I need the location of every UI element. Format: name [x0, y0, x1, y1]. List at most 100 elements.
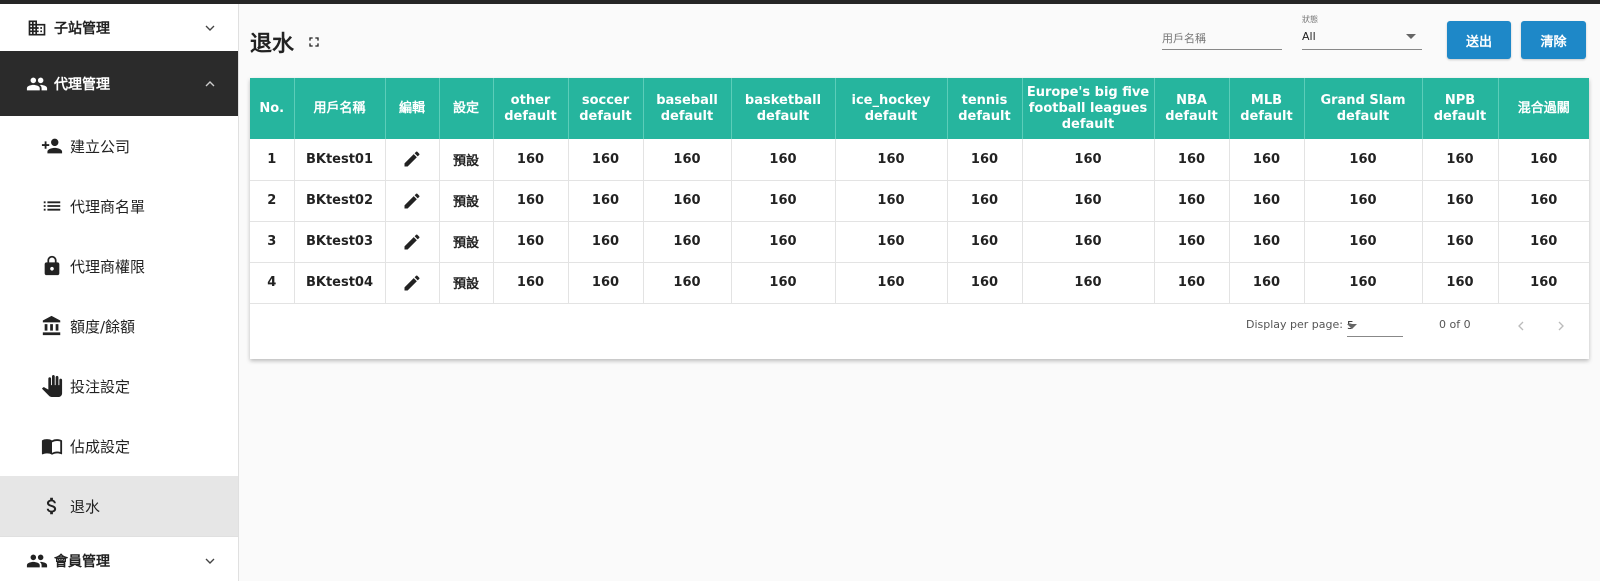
sidebar-item-create-company[interactable]: 建立公司 [0, 116, 238, 176]
edit-icon[interactable] [402, 191, 422, 211]
page-range: 0 of 0 [1439, 318, 1471, 331]
sidebar: 子站管理 代理管理 建立公司 代理商名單 代理商權限 額度/餘額 投注設定 佔成… [0, 4, 239, 581]
value-cell: 160 [643, 262, 732, 304]
pagination: Display per page: 5 0 of 0 [250, 308, 1589, 344]
chevron-down-icon [202, 20, 218, 36]
value-cell: 160 [1154, 139, 1230, 181]
value-cell: 160 [643, 139, 732, 181]
column-header: 設定 [439, 78, 494, 139]
value-cell: 160 [1304, 221, 1423, 263]
lock-icon [40, 254, 64, 278]
value-cell: 160 [947, 262, 1023, 304]
value-cell: 160 [731, 180, 836, 222]
value-cell: 160 [1498, 262, 1589, 304]
list-icon [40, 194, 64, 218]
table-row: 1 BKtest01 預設 160 160 160 160 160 160 160 160 160 16… [250, 139, 1589, 181]
value-cell: 160 [1022, 139, 1155, 181]
table-row: 2 BKtest02 預設 160 160 160 160 160 160 160 160 160 16… [250, 180, 1589, 222]
dollar-icon [40, 494, 64, 518]
sidebar-item-share-settings[interactable]: 佔成設定 [0, 416, 238, 476]
username-input[interactable] [1162, 20, 1282, 50]
sidebar-item-label: 退水 [70, 497, 101, 516]
row-number-cell: 1 [250, 139, 295, 181]
username-cell: BKtest03 [294, 221, 386, 263]
page-title: 退水 [250, 26, 324, 58]
value-cell: 160 [835, 262, 948, 304]
sidebar-group-label: 代理管理 [54, 76, 110, 93]
book-icon [40, 434, 64, 458]
setting-cell: 預設 [439, 221, 494, 263]
value-cell: 160 [1022, 262, 1155, 304]
setting-cell: 預設 [439, 139, 494, 181]
value-cell: 160 [1229, 262, 1305, 304]
sidebar-item-agent-list[interactable]: 代理商名單 [0, 176, 238, 236]
building-icon [26, 17, 48, 39]
sidebar-group-member[interactable]: 會員管理 [0, 536, 238, 581]
edit-cell [385, 221, 440, 263]
column-header: No. [250, 78, 295, 139]
value-cell: 160 [643, 180, 732, 222]
page-title-text: 退水 [250, 32, 295, 57]
value-cell: 160 [1422, 262, 1499, 304]
setting-cell: 預設 [439, 262, 494, 304]
row-number-cell: 2 [250, 180, 295, 222]
submit-button[interactable]: 送出 [1447, 21, 1511, 59]
edit-icon[interactable] [402, 149, 422, 169]
edit-icon[interactable] [402, 232, 422, 252]
next-page-button[interactable] [1547, 312, 1575, 340]
username-field[interactable] [1162, 20, 1282, 50]
table-row: 4 BKtest04 預設 160 160 160 160 160 160 160 160 160 16… [250, 262, 1589, 304]
username-cell: BKtest04 [294, 262, 386, 304]
column-header: 混合過關 [1498, 78, 1589, 139]
top-bar [0, 0, 1600, 4]
sidebar-item-label: 佔成設定 [70, 437, 131, 456]
value-cell: 160 [1154, 180, 1230, 222]
clear-button[interactable]: 清除 [1521, 21, 1586, 59]
value-cell: 160 [947, 139, 1023, 181]
column-header: 用戶名稱 [294, 78, 386, 139]
prev-page-button[interactable] [1507, 312, 1535, 340]
sidebar-item-bet-settings[interactable]: 投注設定 [0, 356, 238, 416]
value-cell: 160 [1229, 139, 1305, 181]
chevron-up-icon [202, 76, 218, 92]
value-cell: 160 [1422, 180, 1499, 222]
value-cell: 160 [643, 221, 732, 263]
column-header: NPB default [1422, 78, 1499, 139]
sidebar-group-agent[interactable]: 代理管理 [0, 51, 238, 116]
per-page-select[interactable]: 5 [1347, 313, 1403, 337]
status-select[interactable]: 狀態 All [1302, 14, 1422, 50]
people-icon [26, 550, 48, 572]
value-cell: 160 [1229, 180, 1305, 222]
value-cell: 160 [1422, 139, 1499, 181]
edit-cell [385, 139, 440, 181]
row-number-cell: 3 [250, 221, 295, 263]
sidebar-item-agent-permissions[interactable]: 代理商權限 [0, 236, 238, 296]
edit-cell [385, 262, 440, 304]
setting-cell: 預設 [439, 180, 494, 222]
edit-cell [385, 180, 440, 222]
dropdown-arrow-icon [1406, 34, 1416, 39]
column-header: ice_hockey default [835, 78, 948, 139]
rebate-table: No. 用戶名稱 編輯 設定 other default soccer defa… [250, 78, 1589, 304]
status-label: 狀態 [1302, 15, 1318, 24]
edit-icon[interactable] [402, 273, 422, 293]
value-cell: 160 [1022, 221, 1155, 263]
sidebar-item-credit-balance[interactable]: 額度/餘額 [0, 296, 238, 356]
column-header: 編輯 [385, 78, 440, 139]
sidebar-group-substation[interactable]: 子站管理 [0, 4, 238, 51]
column-header: other default [493, 78, 569, 139]
column-header: Grand Slam default [1304, 78, 1423, 139]
value-cell: 160 [947, 180, 1023, 222]
sidebar-group-label: 子站管理 [54, 20, 110, 37]
sidebar-item-label: 建立公司 [70, 137, 131, 156]
sidebar-item-label: 代理商名單 [70, 197, 146, 216]
dropdown-arrow-icon [1347, 324, 1357, 329]
value-cell: 160 [568, 221, 644, 263]
sidebar-item-label: 代理商權限 [70, 257, 146, 276]
fullscreen-icon[interactable] [306, 33, 324, 51]
column-header: soccer default [568, 78, 644, 139]
sidebar-item-rebate[interactable]: 退水 [0, 476, 238, 536]
value-cell: 160 [1154, 221, 1230, 263]
sidebar-item-label: 額度/餘額 [70, 317, 136, 336]
value-cell: 160 [568, 139, 644, 181]
